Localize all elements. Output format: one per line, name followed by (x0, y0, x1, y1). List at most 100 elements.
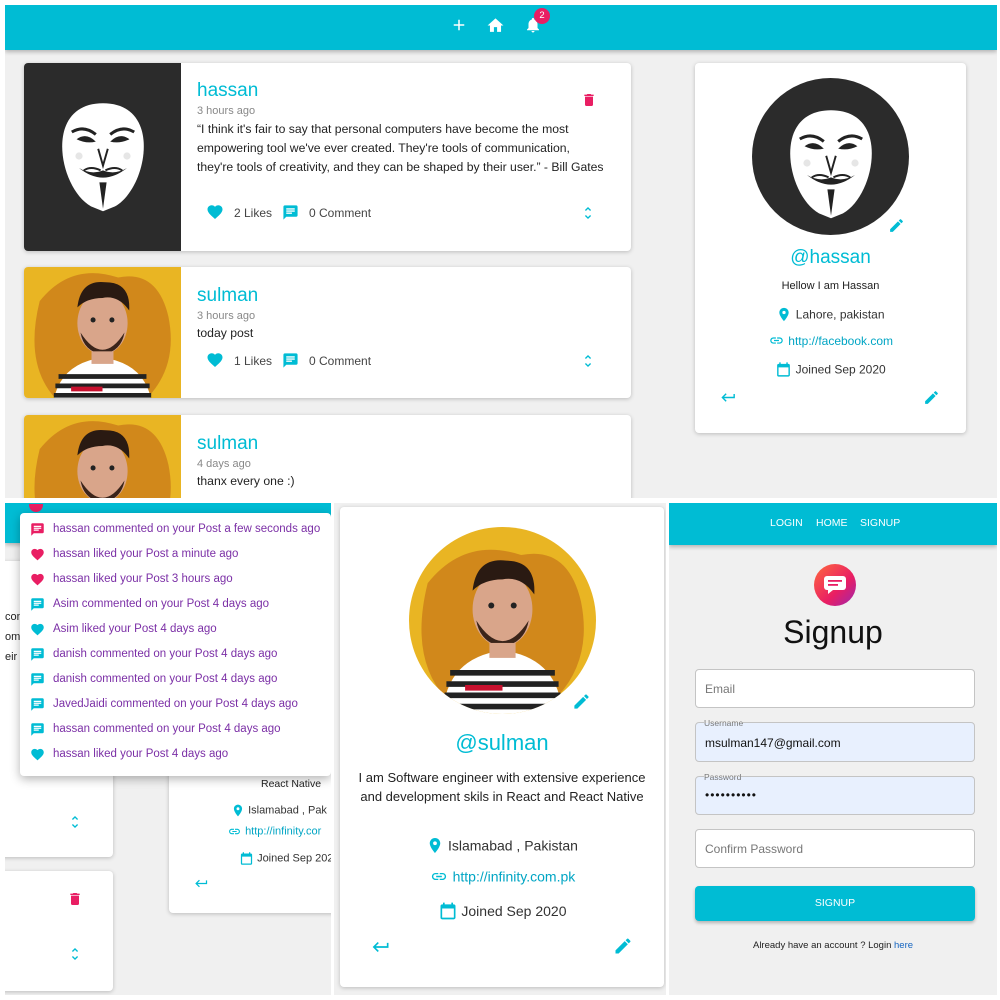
edit-avatar-icon[interactable] (888, 217, 905, 234)
password-value: •••••••••• (705, 788, 758, 802)
confirm-password-placeholder: Confirm Password (705, 842, 804, 856)
expand-icon[interactable] (67, 813, 83, 831)
like-icon[interactable] (206, 203, 224, 221)
comments-count: 0 Comment (309, 354, 372, 368)
comment-icon (30, 697, 45, 712)
profile-website-link[interactable]: http://facebook.com (788, 334, 893, 348)
profile-avatar (752, 78, 909, 235)
profile-location-row: Islamabad , Pak (231, 803, 327, 818)
profile-joined: Joined Sep 2020 (461, 903, 567, 919)
edit-profile-icon[interactable] (613, 936, 633, 956)
logout-return-icon[interactable] (194, 876, 209, 891)
profile-handle[interactable]: @sulman (340, 730, 664, 756)
signup-button[interactable]: SIGNUP (695, 886, 975, 921)
comments-count: 0 Comment (309, 206, 372, 220)
post-avatar-image (24, 267, 181, 398)
profile-bio: I am Software engineer with extensive ex… (358, 770, 646, 804)
confirm-password-field[interactable]: Confirm Password (695, 829, 975, 868)
profile-card: @sulman I am Software engineer with exte… (340, 507, 664, 987)
notification-item[interactable]: Asim commented on your Post 4 days ago (30, 593, 269, 615)
plus-icon[interactable] (450, 16, 468, 34)
post-body: today post (197, 326, 254, 340)
notification-item[interactable]: hassan commented on your Post a few seco… (30, 518, 320, 540)
notification-item[interactable]: hassan commented on your Post 4 days ago (30, 718, 281, 740)
link-icon (768, 333, 785, 348)
notifications-panel: com omr eir React Native Islamabad , Pak… (5, 503, 331, 995)
profile-website-link[interactable]: http://infinity.com.pk (453, 868, 576, 884)
delete-icon[interactable] (581, 92, 597, 108)
calendar-icon (438, 901, 458, 921)
notification-item[interactable]: JavedJaidi commented on your Post 4 days… (30, 693, 298, 715)
logout-return-icon[interactable] (720, 389, 737, 406)
profile-card: @hassan Hellow I am Hassan Lahore, pakis… (695, 63, 966, 433)
expand-icon[interactable] (580, 352, 596, 370)
username-label: Username (704, 718, 744, 728)
profile-joined-row: Joined Sep 202 (239, 851, 331, 866)
profile-location: Islamabad , Pakistan (447, 837, 578, 854)
comment-icon[interactable] (282, 204, 299, 221)
notification-item[interactable]: hassan liked your Post a minute ago (30, 543, 238, 565)
calendar-icon (239, 851, 254, 866)
profile-bio: React Native (261, 778, 322, 790)
post-username[interactable]: sulman (197, 285, 258, 307)
likes-count: 1 Likes (234, 354, 273, 368)
nav-home-link[interactable]: HOME (816, 517, 848, 529)
app-logo-icon (814, 564, 856, 606)
notification-item[interactable]: hassan liked your Post 3 hours ago (30, 568, 233, 590)
profile-card: React Native Islamabad , Pak http://infi… (169, 763, 331, 913)
notification-text: danish commented on your Post 4 days ago (53, 648, 278, 660)
heart-icon (30, 747, 45, 762)
edit-profile-icon[interactable] (923, 389, 940, 406)
delete-icon[interactable] (67, 891, 83, 907)
nav-login-link[interactable]: LOGIN (770, 517, 803, 529)
profile-website-row: http://infinity.com.pk (340, 867, 664, 885)
nav-signup-link[interactable]: SIGNUP (860, 517, 900, 529)
email-field[interactable]: Email (695, 669, 975, 708)
comment-icon (30, 597, 45, 612)
post-username[interactable]: hassan (197, 80, 258, 102)
profile-joined: Joined Sep 2020 (795, 362, 886, 377)
notification-text: hassan commented on your Post 4 days ago (53, 723, 281, 735)
notification-item[interactable]: danish commented on your Post 4 days ago (30, 668, 277, 690)
profile-website-row: http://infinity.cor (227, 825, 321, 838)
location-icon (231, 803, 245, 818)
login-here-link[interactable]: here (894, 940, 913, 951)
notification-item[interactable]: Asim liked your Post 4 days ago (30, 618, 217, 640)
home-feed-panel: 2 hassan 3 hours ago “I think it's fair … (5, 5, 997, 498)
likes-count: 2 Likes (234, 206, 273, 220)
expand-icon[interactable] (67, 945, 83, 963)
signup-title: Signup (783, 614, 883, 650)
logout-return-icon[interactable] (371, 937, 391, 957)
signup-button-label: SIGNUP (814, 897, 856, 909)
notification-item[interactable]: hassan liked your Post 4 days ago (30, 743, 228, 765)
edit-avatar-icon[interactable] (572, 692, 591, 711)
post-avatar-image (24, 63, 181, 251)
profile-handle[interactable]: @hassan (695, 247, 966, 269)
link-icon (429, 868, 449, 885)
notification-text: danish commented on your Post 4 days ago (53, 673, 278, 685)
like-icon[interactable] (206, 351, 224, 369)
login-prompt: Already have an account ? Login here (669, 940, 997, 951)
sulman-profile-panel: @sulman I am Software engineer with exte… (334, 503, 666, 995)
location-icon (776, 306, 792, 323)
notification-item[interactable]: danish commented on your Post 4 days ago (30, 643, 277, 665)
comment-icon (30, 672, 45, 687)
username-field[interactable]: Username msulman147@gmail.com (695, 718, 975, 762)
expand-icon[interactable] (580, 204, 596, 222)
link-icon (227, 825, 242, 838)
notification-text: hassan liked your Post 3 hours ago (53, 573, 233, 585)
home-icon[interactable] (486, 16, 505, 35)
password-field[interactable]: Password •••••••••• (695, 772, 975, 815)
comment-icon (30, 522, 45, 537)
post-body: “I think it's fair to say that personal … (197, 122, 604, 174)
comment-icon[interactable] (282, 352, 299, 369)
notification-text: Asim liked your Post 4 days ago (53, 623, 217, 635)
notification-text: JavedJaidi commented on your Post 4 days… (53, 698, 298, 710)
signup-navbar: LOGIN HOME SIGNUP (669, 503, 997, 545)
email-placeholder: Email (705, 682, 736, 696)
notification-text: hassan liked your Post 4 days ago (53, 748, 229, 760)
heart-icon (30, 622, 45, 637)
username-value: msulman147@gmail.com (705, 736, 841, 750)
profile-website-link[interactable]: http://infinity.cor (245, 826, 321, 838)
post-username[interactable]: sulman (197, 433, 258, 455)
